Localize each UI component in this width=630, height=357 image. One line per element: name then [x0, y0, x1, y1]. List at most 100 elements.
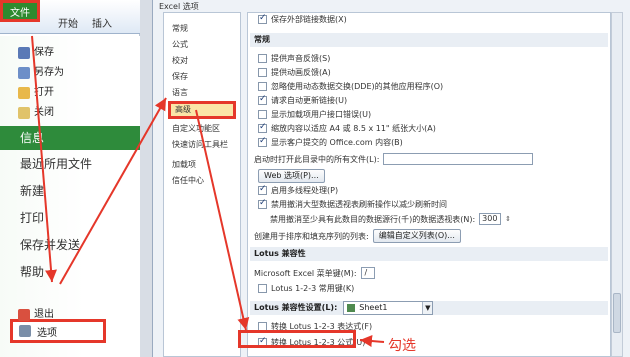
option-label: 启用多线程处理(P): [271, 186, 339, 195]
content-scrollbar[interactable]: [611, 12, 623, 357]
exit-icon: [18, 309, 30, 321]
ribbon-tab-bar: 文件 开始 插入: [0, 0, 140, 34]
option-addin-errors[interactable]: 显示加载项用户接口错误(U): [258, 109, 371, 120]
option-label: 显示加载项用户接口错误(U): [271, 110, 372, 119]
tab-file[interactable]: 文件: [0, 0, 40, 22]
save-icon: [18, 47, 30, 59]
option-label: 保存外部链接数据(X): [271, 15, 347, 24]
option-save-external-links[interactable]: 保存外部链接数据(X): [258, 13, 347, 25]
option-multithread[interactable]: 启用多线程处理(P): [258, 184, 339, 196]
dialog-title: Excel 选项: [159, 2, 199, 11]
custom-list-label: 创建用于排序和填充序列的列表:: [254, 231, 369, 241]
option-update-links[interactable]: 请求自动更新链接(U): [258, 94, 348, 106]
lotus-menu-key-label: Microsoft Excel 菜单键(M):: [254, 268, 357, 278]
startup-folder-input[interactable]: [383, 153, 534, 165]
checkbox[interactable]: [258, 54, 267, 63]
menu-info[interactable]: 信息: [0, 126, 140, 150]
menu-open[interactable]: 打开: [18, 84, 54, 102]
option-ignore-dde[interactable]: 忽略使用动态数据交换(DDE)的其他应用程序(O): [258, 81, 443, 92]
nav-addins[interactable]: 加载项: [172, 159, 196, 170]
options-nav: 常规 公式 校对 保存 语言 高级 自定义功能区 快速访问工具栏 加载项 信任中…: [163, 12, 241, 357]
menu-close[interactable]: 关闭: [18, 104, 54, 122]
undo-rows-label: 禁用撤消至少具有此数目的数据源行(千)的数据透视表(N):: [270, 214, 476, 224]
menu-save-as[interactable]: 另存为: [18, 64, 64, 82]
option-label: 禁用撤消大型数据透视表刷新操作以减少刷新时间: [271, 200, 447, 209]
option-label: 缩放内容以适应 A4 或 8.5 x 11" 纸张大小(A): [271, 124, 436, 133]
lotus-menu-key-row: Microsoft Excel 菜单键(M): /: [254, 267, 375, 279]
undo-rows-row: 禁用撤消至少具有此数目的数据源行(千)的数据透视表(N): 300 ⇕: [270, 213, 511, 225]
option-sound-feedback[interactable]: 提供声音反馈(S): [258, 53, 330, 64]
highlight-frame-formula: [238, 330, 356, 348]
web-options-button[interactable]: Web 选项(P)...: [258, 169, 325, 183]
options-icon: [19, 325, 31, 337]
nav-save[interactable]: 保存: [172, 71, 188, 82]
menu-exit-label: 退出: [34, 309, 54, 320]
lotus-sheet-value: Sheet1: [359, 303, 388, 312]
startup-folder-label: 启动时打开此目录中的所有文件(L):: [254, 154, 380, 164]
checkbox[interactable]: [258, 184, 267, 195]
menu-exit[interactable]: 退出: [18, 306, 54, 324]
checkbox[interactable]: [258, 136, 267, 147]
menu-options-label: 选项: [37, 327, 57, 339]
menu-save-as-label: 另存为: [34, 67, 64, 78]
sheet-icon: [347, 304, 356, 312]
annotation-label: 勾选: [388, 338, 416, 354]
folder-open-icon: [18, 87, 30, 99]
web-options-row: Web 选项(P)...: [258, 169, 325, 183]
checkbox[interactable]: [258, 198, 267, 209]
section-general-header: 常规: [250, 33, 608, 47]
menu-save[interactable]: 保存: [18, 44, 54, 62]
nav-customize-ribbon[interactable]: 自定义功能区: [172, 123, 220, 134]
backstage-panel: 文件 开始 插入 保存 另存为 打开 关闭 信息 最近所用文件 新建 打印 保存…: [0, 0, 140, 357]
tab-start[interactable]: 开始: [58, 15, 78, 30]
option-label: 忽略使用动态数据交换(DDE)的其他应用程序(O): [271, 82, 444, 91]
checkbox[interactable]: [258, 110, 267, 119]
menu-print[interactable]: 打印: [0, 206, 140, 230]
nav-formulas[interactable]: 公式: [172, 39, 188, 50]
option-office-content[interactable]: 显示客户提交的 Office.com 内容(B): [258, 136, 403, 148]
checkbox[interactable]: [258, 94, 267, 105]
option-label: 显示客户提交的 Office.com 内容(B): [271, 138, 403, 147]
menu-recent[interactable]: 最近所用文件: [0, 152, 140, 176]
nav-language[interactable]: 语言: [172, 87, 188, 98]
checkbox[interactable]: [258, 13, 267, 24]
lotus-sheet-select[interactable]: Sheet1 ▼: [343, 301, 434, 315]
option-label: 请求自动更新链接(U): [271, 96, 348, 105]
menu-help[interactable]: 帮助: [0, 260, 140, 284]
menu-save-send[interactable]: 保存并发送: [0, 233, 140, 257]
chevron-down-icon[interactable]: ▼: [422, 302, 433, 314]
option-animation-feedback[interactable]: 提供动画反馈(A): [258, 67, 331, 78]
menu-open-label: 打开: [34, 87, 54, 98]
menu-new[interactable]: 新建: [0, 179, 140, 203]
lotus-settings-label: Lotus 兼容性设置(L):: [254, 303, 338, 312]
section-lotus-settings-header: Lotus 兼容性设置(L): Sheet1 ▼: [250, 301, 608, 315]
undo-rows-input[interactable]: 300: [479, 213, 502, 225]
section-lotus-header: Lotus 兼容性: [250, 247, 608, 261]
nav-quick-access[interactable]: 快速访问工具栏: [172, 139, 228, 150]
folder-close-icon: [18, 107, 30, 119]
option-disable-undo[interactable]: 禁用撤消大型数据透视表刷新操作以减少刷新时间: [258, 198, 447, 210]
nav-proofing[interactable]: 校对: [172, 55, 188, 66]
option-scale-a4[interactable]: 缩放内容以适应 A4 或 8.5 x 11" 纸张大小(A): [258, 122, 436, 134]
checkbox[interactable]: [258, 82, 267, 91]
excel-options-dialog: Excel 选项 常规 公式 校对 保存 语言 高级 自定义功能区 快速访问工具…: [152, 0, 630, 357]
menu-close-label: 关闭: [34, 107, 54, 118]
lotus-menu-key-input[interactable]: /: [360, 267, 375, 279]
checkbox[interactable]: [258, 68, 267, 77]
nav-trust-center[interactable]: 信任中心: [172, 175, 204, 186]
option-label: 提供动画反馈(A): [271, 68, 331, 77]
menu-save-label: 保存: [34, 47, 54, 58]
scrollbar-thumb[interactable]: [613, 293, 621, 333]
spin-icon[interactable]: ⇕: [505, 215, 511, 223]
tab-insert[interactable]: 插入: [92, 15, 112, 30]
checkbox[interactable]: [258, 284, 267, 293]
nav-advanced[interactable]: 高级: [168, 101, 236, 119]
checkbox[interactable]: [258, 122, 267, 133]
nav-general[interactable]: 常规: [172, 23, 188, 34]
edit-custom-list-button[interactable]: 编辑自定义列表(O)...: [372, 229, 461, 243]
save-as-icon: [18, 67, 30, 79]
custom-list-row: 创建用于排序和填充序列的列表: 编辑自定义列表(O)...: [254, 229, 461, 243]
startup-folder-row: 启动时打开此目录中的所有文件(L):: [254, 153, 534, 165]
file-menu: 保存 另存为 打开 关闭 信息 最近所用文件 新建 打印 保存并发送 帮助 选项…: [0, 36, 140, 357]
option-lotus-nav-keys[interactable]: Lotus 1-2-3 常用键(K): [258, 283, 354, 294]
